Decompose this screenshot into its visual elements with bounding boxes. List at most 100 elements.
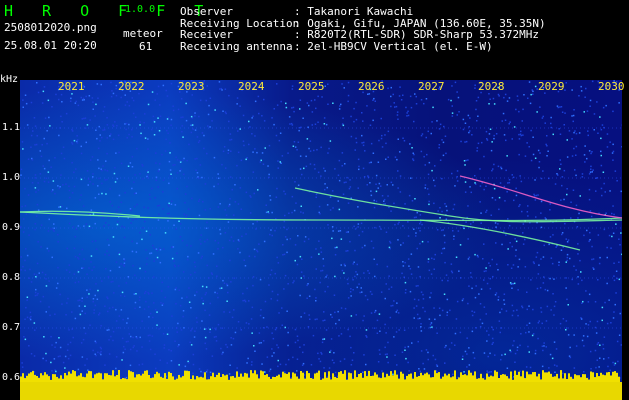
noise-pixel [99, 352, 101, 354]
noise-pixel [534, 157, 537, 159]
noise-pixel [204, 309, 206, 312]
noise-pixel [612, 205, 614, 207]
noise-pixel [347, 231, 349, 233]
noise-pixel [310, 364, 313, 366]
noise-pixel [342, 117, 344, 119]
noise-pixel [534, 352, 537, 355]
noise-pixel [319, 212, 321, 215]
noise-pixel [419, 221, 422, 223]
noise-pixel [556, 105, 559, 107]
noise-pixel [361, 230, 364, 233]
power-spike [406, 375, 408, 382]
noise-pixel [154, 197, 156, 199]
noise-pixel [566, 256, 569, 259]
noise-pixel [409, 290, 412, 293]
noise-pixel [386, 353, 388, 355]
noise-pixel [100, 83, 102, 86]
noise-pixel [553, 314, 555, 316]
noise-pixel [190, 131, 193, 134]
noise-pixel [378, 139, 380, 142]
noise-pixel [601, 194, 603, 197]
power-spike [370, 376, 372, 382]
noise-pixel [116, 209, 118, 212]
noise-pixel [129, 162, 132, 164]
noise-pixel [34, 291, 37, 294]
app-version: 1.0.0 [125, 4, 156, 15]
noise-pixel [269, 233, 271, 236]
noise-pixel [236, 103, 238, 105]
noise-pixel [76, 142, 79, 144]
noise-pixel [253, 345, 255, 347]
noise-pixel [198, 140, 201, 142]
noise-pixel [488, 262, 490, 264]
noise-pixel [270, 298, 272, 300]
noise-pixel [368, 93, 371, 95]
noise-pixel [479, 318, 482, 321]
noise-pixel [128, 333, 131, 335]
noise-pixel [503, 230, 505, 232]
power-spike [82, 376, 84, 382]
noise-pixel [551, 262, 554, 265]
noise-pixel [104, 169, 106, 171]
noise-pixel [286, 238, 288, 241]
noise-pixel [239, 128, 241, 130]
noise-pixel [277, 346, 280, 349]
noise-pixel [272, 337, 275, 340]
noise-pixel [503, 185, 506, 188]
noise-pixel [572, 114, 575, 117]
noise-pixel [160, 302, 162, 304]
noise-pixel [489, 287, 492, 290]
noise-pixel [335, 322, 337, 325]
noise-pixel [576, 226, 579, 228]
noise-pixel [254, 255, 256, 258]
noise-pixel [82, 338, 85, 341]
noise-pixel [142, 227, 144, 229]
noise-pixel [390, 286, 393, 288]
noise-pixel [264, 300, 267, 303]
noise-pixel [175, 303, 177, 305]
noise-pixel [151, 187, 153, 190]
noise-pixel [97, 185, 99, 187]
noise-pixel [91, 97, 94, 99]
noise-pixel [367, 270, 369, 272]
noise-pixel [111, 90, 113, 92]
noise-pixel [434, 185, 436, 187]
noise-pixel [55, 93, 57, 96]
noise-pixel [251, 133, 253, 135]
noise-pixel [579, 259, 581, 262]
power-spike [382, 372, 384, 382]
noise-pixel [599, 256, 601, 259]
power-spike [194, 379, 196, 382]
noise-pixel [427, 261, 430, 263]
noise-pixel [81, 99, 84, 101]
noise-pixel [542, 349, 544, 352]
noise-pixel [77, 299, 79, 302]
noise-pixel [294, 341, 297, 344]
noise-pixel [387, 361, 389, 364]
power-spike [120, 379, 122, 382]
noise-pixel [27, 158, 30, 160]
power-spike [380, 378, 382, 382]
noise-pixel [279, 161, 281, 163]
noise-pixel [594, 349, 597, 352]
noise-pixel [417, 227, 420, 229]
noise-pixel [393, 336, 395, 338]
noise-pixel [37, 182, 39, 184]
noise-pixel [168, 160, 171, 163]
noise-pixel [539, 287, 542, 289]
power-spike [124, 378, 126, 382]
noise-pixel [199, 99, 202, 102]
noise-pixel [331, 226, 334, 228]
noise-pixel [89, 288, 91, 291]
noise-pixel [113, 292, 115, 294]
noise-pixel [76, 135, 78, 137]
noise-pixel [486, 209, 488, 212]
noise-pixel [324, 290, 326, 293]
noise-pixel [526, 211, 529, 213]
x-tick-label: 2025 [298, 80, 325, 93]
noise-pixel [106, 170, 109, 172]
noise-pixel [31, 159, 34, 161]
noise-pixel [234, 184, 236, 186]
noise-pixel [424, 310, 426, 313]
noise-pixel [65, 314, 67, 316]
